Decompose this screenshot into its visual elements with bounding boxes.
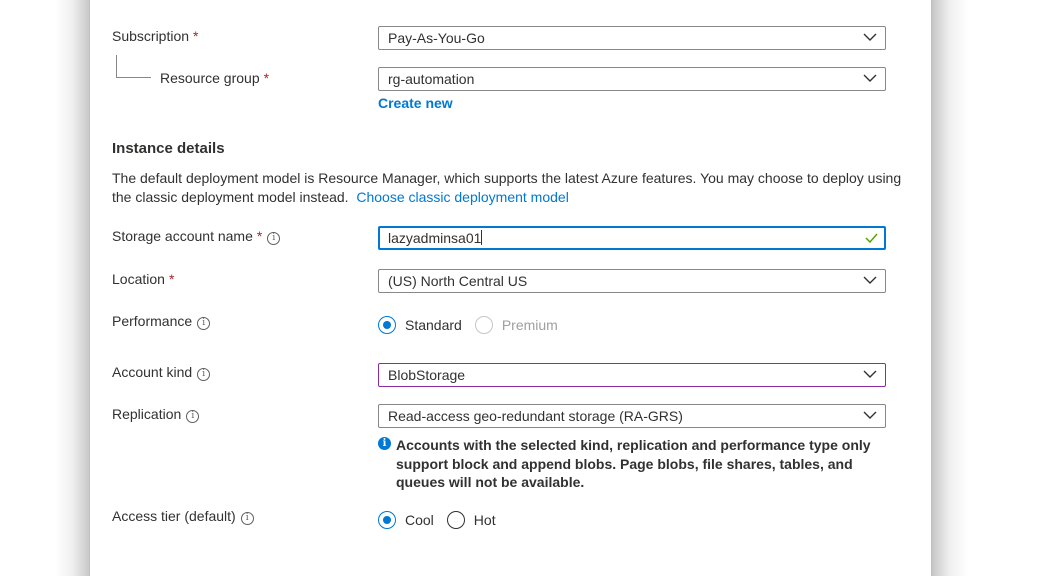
subscription-dropdown[interactable]: Pay-As-You-Go [378, 26, 886, 50]
required-marker: * [263, 70, 270, 86]
access-tier-radio-group: Cool Hot [378, 511, 509, 529]
replication-label: Replication i [112, 406, 200, 423]
choose-classic-deployment-link[interactable]: Choose classic deployment model [356, 189, 568, 205]
info-filled-icon: i [378, 437, 391, 450]
resource-group-dropdown[interactable]: rg-automation [378, 67, 886, 91]
info-icon[interactable]: i [186, 410, 200, 423]
chevron-down-icon [863, 411, 877, 419]
access-tier-cool-label: Cool [405, 512, 434, 528]
access-tier-hot-radio[interactable] [446, 511, 465, 529]
location-label: Location * [112, 271, 175, 287]
replication-info-note: i Accounts with the selected kind, repli… [378, 436, 888, 492]
performance-standard-radio[interactable] [378, 316, 396, 334]
account-kind-dropdown[interactable]: BlobStorage [378, 363, 886, 387]
check-icon [865, 233, 878, 243]
account-kind-label: Account kind i [112, 364, 211, 381]
info-icon[interactable]: i [197, 317, 211, 330]
performance-premium-radio[interactable] [474, 316, 493, 334]
required-marker: * [168, 271, 175, 287]
backdrop-left [0, 0, 90, 576]
chevron-down-icon [863, 370, 877, 378]
performance-label: Performance i [112, 313, 211, 330]
chevron-down-icon [863, 276, 877, 284]
required-marker: * [256, 228, 263, 244]
performance-standard-label: Standard [405, 317, 462, 333]
create-storage-account-panel: Subscription * Pay-As-You-Go Resource gro… [90, 0, 931, 576]
resource-group-label: Resource group * [160, 70, 270, 86]
required-marker: * [193, 28, 199, 44]
performance-premium-label: Premium [501, 317, 558, 333]
text-caret [481, 230, 483, 245]
replication-dropdown[interactable]: Read-access geo-redundant storage (RA-GR… [378, 404, 886, 428]
chevron-down-icon [863, 74, 877, 82]
storage-account-name-input[interactable]: lazyadminsa01 [378, 226, 886, 250]
storage-account-name-label: Storage account name * i [112, 228, 281, 245]
instance-details-heading: Instance details [112, 140, 225, 157]
performance-radio-group: Standard Premium [378, 316, 571, 334]
create-new-link[interactable]: Create new [378, 95, 453, 111]
chevron-down-icon [863, 33, 877, 41]
access-tier-label: Access tier (default) i [112, 508, 254, 525]
tree-connector [116, 55, 151, 78]
backdrop-right [931, 0, 1038, 576]
info-icon[interactable]: i [267, 232, 281, 245]
info-icon[interactable]: i [197, 368, 211, 381]
subscription-label: Subscription * [112, 28, 199, 44]
info-icon[interactable]: i [240, 512, 254, 525]
location-dropdown[interactable]: (US) North Central US [378, 269, 886, 293]
deployment-model-description: The default deployment model is Resource… [112, 170, 902, 205]
access-tier-cool-radio[interactable] [378, 511, 396, 529]
access-tier-hot-label: Hot [473, 512, 496, 528]
